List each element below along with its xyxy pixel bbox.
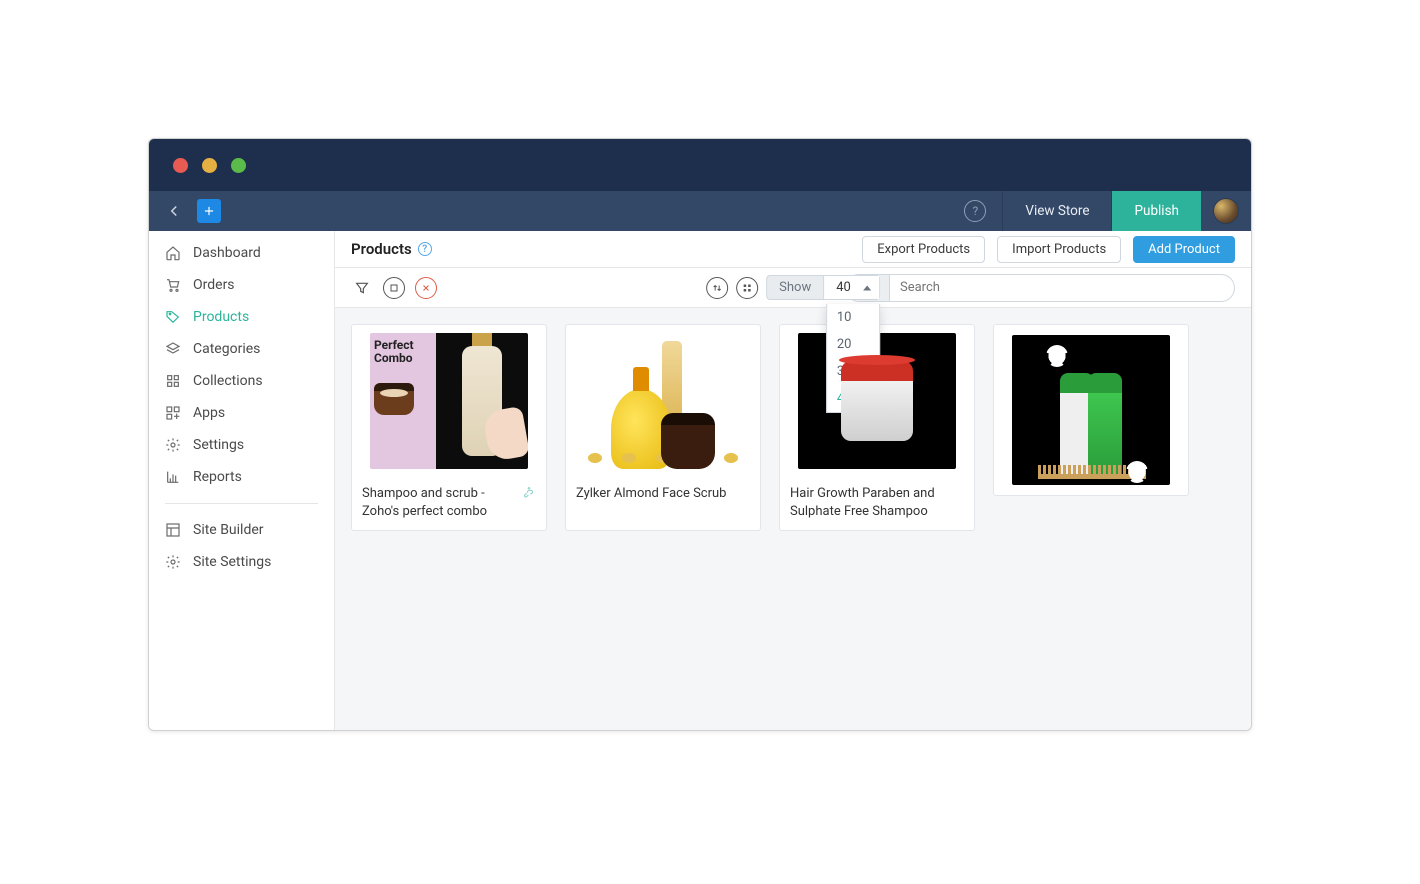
show-value-text: 40 [836, 280, 851, 295]
add-product-button[interactable]: Add Product [1133, 236, 1235, 263]
sidebar-item-reports[interactable]: Reports [149, 461, 334, 493]
chart-icon [165, 469, 181, 485]
app-toolbar: ? View Store Publish [149, 191, 1251, 231]
sidebar-item-label: Reports [193, 469, 242, 485]
show-label: Show [767, 276, 824, 299]
app-window: ? View Store Publish Dashboard Orders [148, 138, 1252, 731]
sidebar-item-site-builder[interactable]: Site Builder [149, 514, 334, 546]
product-card[interactable]: Zylker Almond Face Scrub [565, 324, 761, 531]
back-button[interactable] [163, 200, 185, 222]
cart-icon [165, 277, 181, 293]
product-title: Zylker Almond Face Scrub [576, 485, 726, 503]
product-card[interactable] [993, 324, 1189, 496]
sidebar-item-label: Collections [193, 373, 263, 389]
window-fullscreen-dot[interactable] [231, 158, 246, 173]
sidebar: Dashboard Orders Products Categories [149, 231, 335, 730]
window-titlebar [149, 139, 1251, 191]
product-image [994, 325, 1188, 495]
show-option-label: 10 [837, 310, 852, 325]
sidebar-item-label: Site Builder [193, 522, 264, 538]
main-content: Products ? Export Products Import Produc… [335, 231, 1251, 730]
sidebar-item-label: Categories [193, 341, 260, 357]
sidebar-item-label: Settings [193, 437, 244, 453]
filter-row: Show 40 10 20 30 40 ✓ [335, 268, 1251, 308]
saved-filter-icon[interactable] [383, 277, 405, 299]
tag-icon [165, 309, 181, 325]
sidebar-item-categories[interactable]: Categories [149, 333, 334, 365]
search-bar [845, 274, 1235, 302]
sidebar-item-label: Dashboard [193, 245, 261, 261]
clear-filter-icon[interactable] [415, 277, 437, 299]
page-title-text: Products [351, 240, 412, 258]
user-avatar[interactable] [1213, 198, 1239, 224]
sort-icon[interactable] [706, 277, 728, 299]
sidebar-item-label: Products [193, 309, 249, 325]
sidebar-item-label: Site Settings [193, 554, 271, 570]
product-card[interactable]: Perfect Combo Shampoo and scrub - Zoho's [351, 324, 547, 531]
app-body: Dashboard Orders Products Categories [149, 231, 1251, 730]
apps-icon [165, 405, 181, 421]
image-overlay-text: Combo [374, 352, 432, 365]
affiliate-icon [522, 485, 536, 499]
layers-icon [165, 341, 181, 357]
show-option-label: 20 [837, 337, 852, 352]
export-products-button[interactable]: Export Products [862, 236, 985, 263]
view-grid-icon[interactable] [736, 277, 758, 299]
page-title: Products ? [351, 240, 432, 258]
window-close-dot[interactable] [173, 158, 188, 173]
new-button[interactable] [197, 199, 221, 223]
product-grid: Perfect Combo Shampoo and scrub - Zoho's [335, 308, 1251, 547]
show-value[interactable]: 40 [824, 276, 879, 299]
gear-icon [165, 554, 181, 570]
sidebar-item-settings[interactable]: Settings [149, 429, 334, 461]
product-title: Shampoo and scrub - Zoho's perfect combo [362, 485, 518, 520]
grid-icon [165, 373, 181, 389]
import-products-button[interactable]: Import Products [997, 236, 1121, 263]
show-count-select[interactable]: Show 40 10 20 30 40 ✓ [766, 275, 880, 300]
sidebar-item-site-settings[interactable]: Site Settings [149, 546, 334, 578]
sidebar-item-products[interactable]: Products [149, 301, 334, 333]
sidebar-item-label: Apps [193, 405, 225, 421]
layout-icon [165, 522, 181, 538]
sidebar-item-dashboard[interactable]: Dashboard [149, 237, 334, 269]
view-store-button[interactable]: View Store [1002, 191, 1111, 231]
sidebar-divider [165, 503, 318, 504]
gear-icon [165, 437, 181, 453]
show-option-10[interactable]: 10 [827, 304, 879, 331]
sidebar-item-collections[interactable]: Collections [149, 365, 334, 397]
product-title: Hair Growth Paraben and Sulphate Free Sh… [790, 485, 964, 520]
help-icon[interactable]: ? [964, 200, 986, 222]
page-header: Products ? Export Products Import Produc… [335, 231, 1251, 268]
publish-button[interactable]: Publish [1111, 191, 1201, 231]
window-minimize-dot[interactable] [202, 158, 217, 173]
chevron-up-icon [863, 285, 871, 290]
show-option-20[interactable]: 20 [827, 331, 879, 358]
search-input[interactable] [890, 280, 1230, 295]
sidebar-item-orders[interactable]: Orders [149, 269, 334, 301]
product-image: Perfect Combo [352, 325, 546, 477]
filter-icon[interactable] [351, 277, 373, 299]
help-icon[interactable]: ? [418, 242, 432, 256]
product-card[interactable]: Hair Growth Paraben and Sulphate Free Sh… [779, 324, 975, 531]
home-icon [165, 245, 181, 261]
sidebar-item-label: Orders [193, 277, 235, 293]
product-image [566, 325, 760, 477]
sidebar-item-apps[interactable]: Apps [149, 397, 334, 429]
